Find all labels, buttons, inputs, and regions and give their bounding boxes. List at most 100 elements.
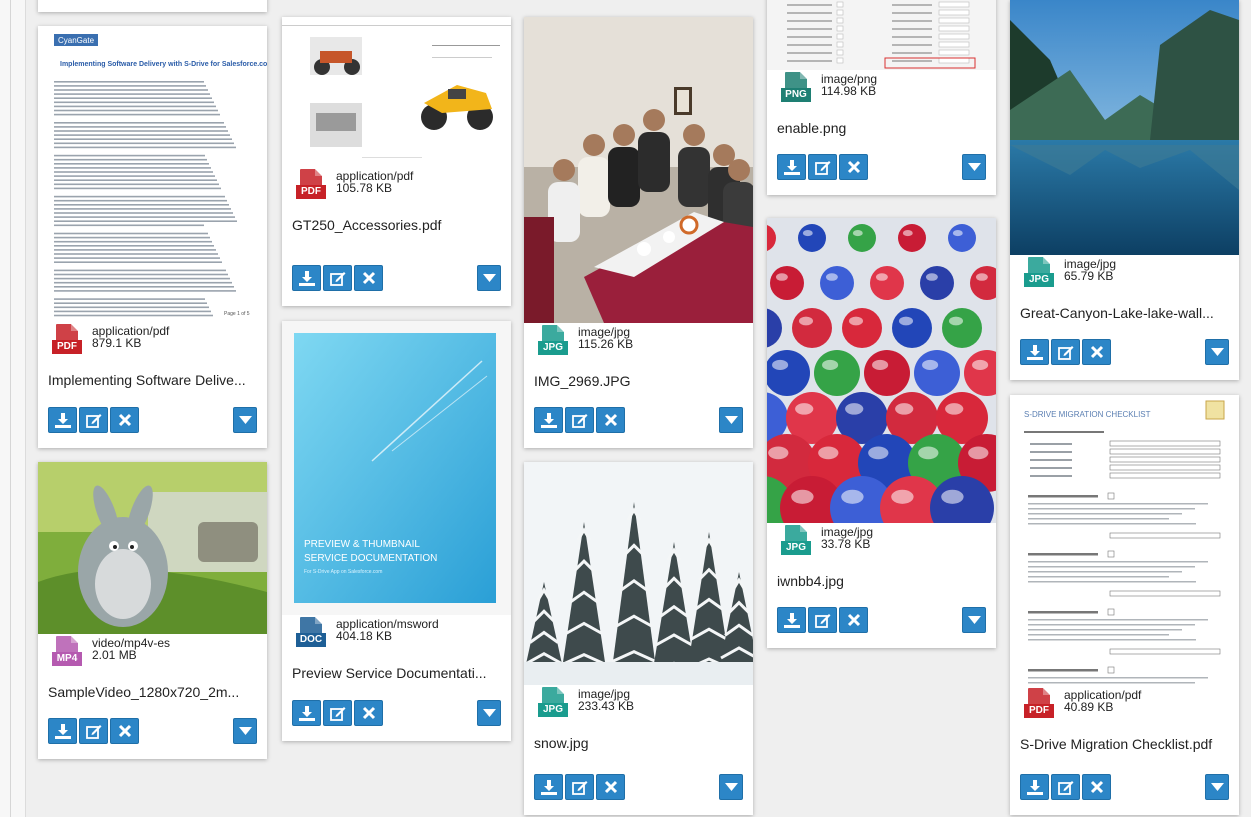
file-name[interactable]: S-Drive Migration Checklist.pdf: [1020, 736, 1229, 752]
delete-button[interactable]: [839, 607, 868, 633]
file-size: 233.43 KB: [578, 699, 635, 713]
more-actions-button[interactable]: [719, 774, 743, 800]
file-meta: JPG image/jpg 233.43 KB: [538, 687, 738, 721]
file-name[interactable]: iwnbb4.jpg: [777, 573, 986, 589]
file-size: 115.26 KB: [578, 337, 634, 351]
preview-brand: CyanGate: [58, 36, 95, 45]
file-thumbnail[interactable]: [282, 17, 511, 167]
file-type-tag: JPG: [781, 541, 811, 555]
file-type-tag: DOC: [296, 633, 326, 647]
file-type-tag: PNG: [781, 88, 811, 102]
edit-button[interactable]: [808, 607, 837, 633]
edit-button[interactable]: [323, 700, 352, 726]
file-thumbnail[interactable]: S-DRIVE MIGRATION CHECKLIST: [1010, 395, 1239, 686]
file-name[interactable]: enable.png: [777, 120, 986, 136]
file-name[interactable]: GT250_Accessories.pdf: [292, 217, 501, 233]
file-type-tag: JPG: [1024, 273, 1054, 287]
file-card[interactable]: PNG image/png 114.98 KB enable.png: [767, 0, 996, 195]
edit-button[interactable]: [1051, 774, 1080, 800]
file-type-tag: JPG: [538, 703, 568, 717]
delete-button[interactable]: [110, 718, 139, 744]
edit-button[interactable]: [565, 774, 594, 800]
file-thumbnail[interactable]: [767, 218, 996, 523]
file-meta: JPG image/jpg 65.79 KB: [1024, 257, 1224, 291]
more-actions-button[interactable]: [1205, 339, 1229, 365]
delete-button[interactable]: [596, 774, 625, 800]
file-card[interactable]: PDF application/pdf 105.78 KB GT250_Acce…: [282, 17, 511, 306]
delete-button[interactable]: [354, 700, 383, 726]
download-button[interactable]: [48, 407, 77, 433]
file-card[interactable]: JPG image/jpg 115.26 KB IMG_2969.JPG: [524, 17, 753, 448]
file-thumbnail[interactable]: [524, 462, 753, 685]
file-card[interactable]: JPG image/jpg 33.78 KB iwnbb4.jpg: [767, 218, 996, 648]
more-actions-button[interactable]: [719, 407, 743, 433]
delete-button[interactable]: [596, 407, 625, 433]
file-meta: PDF application/pdf 105.78 KB: [296, 169, 496, 203]
file-size: 404.18 KB: [336, 629, 393, 643]
jpg-file-icon: JPG: [781, 525, 811, 563]
edit-button[interactable]: [79, 718, 108, 744]
file-card[interactable]: CyanGate Implementing Software Delivery …: [38, 26, 267, 448]
file-actions: [777, 154, 986, 180]
delete-button[interactable]: [110, 407, 139, 433]
file-card[interactable]: JPG image/jpg 233.43 KB snow.jpg: [524, 462, 753, 815]
file-size: 33.78 KB: [821, 537, 871, 551]
file-name[interactable]: Great-Canyon-Lake-lake-wall...: [1020, 305, 1229, 321]
download-button[interactable]: [534, 407, 563, 433]
file-name[interactable]: Implementing Software Delive...: [48, 372, 257, 388]
file-thumbnail[interactable]: [767, 0, 996, 70]
more-actions-button[interactable]: [1205, 774, 1229, 800]
partial-card-top: [38, 0, 267, 12]
edit-button[interactable]: [808, 154, 837, 180]
file-meta: PNG image/png 114.98 KB: [781, 72, 981, 106]
file-thumbnail[interactable]: [1010, 0, 1239, 255]
file-name[interactable]: snow.jpg: [534, 735, 743, 751]
file-name[interactable]: SampleVideo_1280x720_2m...: [48, 684, 257, 700]
download-button[interactable]: [777, 607, 806, 633]
file-thumbnail[interactable]: PREVIEW & THUMBNAIL SERVICE DOCUMENTATIO…: [282, 321, 511, 615]
more-actions-button[interactable]: [477, 700, 501, 726]
delete-button[interactable]: [354, 265, 383, 291]
preview-heading: Implementing Software Delivery with S-Dr…: [60, 61, 267, 68]
file-thumbnail[interactable]: [38, 462, 267, 634]
edit-button[interactable]: [79, 407, 108, 433]
edit-button[interactable]: [1051, 339, 1080, 365]
file-name[interactable]: Preview Service Documentati...: [292, 665, 501, 681]
more-actions-button[interactable]: [477, 265, 501, 291]
file-size: 65.79 KB: [1064, 269, 1114, 283]
download-button[interactable]: [292, 700, 321, 726]
download-button[interactable]: [48, 718, 77, 744]
file-actions: [1020, 774, 1229, 800]
pdf-file-icon: PDF: [1024, 688, 1054, 726]
file-card[interactable]: JPG image/jpg 65.79 KB Great-Canyon-Lake…: [1010, 0, 1239, 380]
download-button[interactable]: [1020, 339, 1049, 365]
delete-button[interactable]: [1082, 774, 1111, 800]
delete-button[interactable]: [1082, 339, 1111, 365]
file-card[interactable]: PREVIEW & THUMBNAIL SERVICE DOCUMENTATIO…: [282, 321, 511, 741]
word-file-icon: DOC: [296, 617, 326, 655]
pdf-file-icon: PDF: [296, 169, 326, 207]
file-name[interactable]: IMG_2969.JPG: [534, 373, 743, 389]
edit-button[interactable]: [565, 407, 594, 433]
file-card[interactable]: MP4 video/mp4v-es 2.01 MB SampleVideo_12…: [38, 462, 267, 759]
file-card[interactable]: S-DRIVE MIGRATION CHECKLIST PDF applicat…: [1010, 395, 1239, 815]
file-type-tag: PDF: [296, 185, 326, 199]
download-button[interactable]: [777, 154, 806, 180]
more-actions-button[interactable]: [233, 718, 257, 744]
file-size: 879.1 KB: [92, 336, 142, 350]
file-thumbnail[interactable]: CyanGate Implementing Software Delivery …: [38, 26, 267, 322]
file-meta: MP4 video/mp4v-es 2.01 MB: [52, 636, 252, 670]
file-thumbnail[interactable]: [524, 17, 753, 323]
more-actions-button[interactable]: [962, 154, 986, 180]
download-button[interactable]: [534, 774, 563, 800]
preview-title-line2: SERVICE DOCUMENTATION: [304, 553, 437, 564]
more-actions-button[interactable]: [233, 407, 257, 433]
edit-button[interactable]: [323, 265, 352, 291]
delete-button[interactable]: [839, 154, 868, 180]
more-actions-button[interactable]: [962, 607, 986, 633]
file-meta: JPG image/jpg 115.26 KB: [538, 325, 738, 359]
file-size: 105.78 KB: [336, 181, 393, 195]
file-actions: [1020, 339, 1229, 365]
download-button[interactable]: [292, 265, 321, 291]
download-button[interactable]: [1020, 774, 1049, 800]
